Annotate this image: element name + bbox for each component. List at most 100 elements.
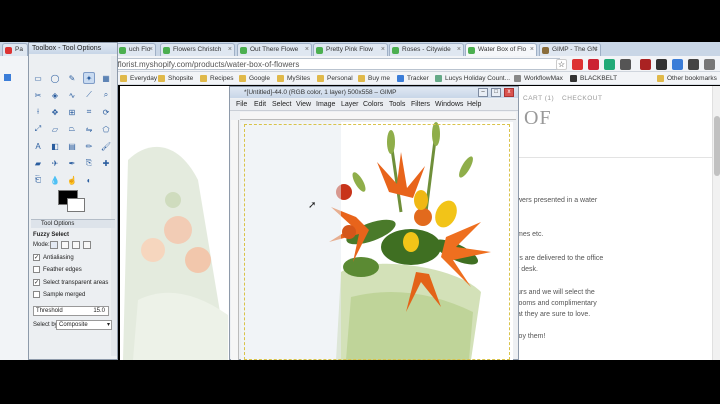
close-icon[interactable]: × [381,44,385,56]
close-icon[interactable]: × [149,44,153,56]
pinterest-icon[interactable] [588,59,599,70]
select-transparent-checkbox[interactable]: ✓ [33,279,40,286]
background-color-swatch[interactable] [67,198,85,212]
horizontal-ruler[interactable] [240,112,516,120]
antialiasing-checkbox[interactable]: ✓ [33,254,40,261]
measure-icon[interactable]: ⟊ [32,106,44,118]
crop-icon[interactable]: ⌗ [83,106,95,118]
vertical-ruler[interactable] [231,120,239,360]
close-icon[interactable]: × [305,44,309,56]
paths-icon[interactable]: ∿ [66,89,78,101]
maximize-button[interactable]: □ [491,88,501,97]
ink-icon[interactable]: ✒ [66,157,78,169]
extension-icon[interactable] [572,59,583,70]
blend-icon[interactable]: ▤ [66,140,78,152]
close-icon[interactable]: × [457,44,461,56]
cage-icon[interactable]: ⬠ [100,123,112,135]
scale-icon[interactable]: ⤢ [32,123,44,135]
foreground-select-icon[interactable]: ◈ [49,89,61,101]
menu-tools[interactable]: Tools [389,101,405,108]
move-icon[interactable]: ✥ [49,106,61,118]
menu-edit[interactable]: Edit [254,101,266,108]
bookmark-lucys-holiday[interactable]: Lucys Holiday Count... [435,73,510,84]
sample-merged-checkbox[interactable] [33,291,40,298]
perspective-clone-icon[interactable]: ⎗ [32,174,44,186]
pencil-icon[interactable]: ✏ [83,140,95,152]
bookmark-recipes[interactable]: Recipes [200,73,233,84]
dodge-burn-icon[interactable]: ◐ [83,174,95,186]
bookmark-google[interactable]: Google [239,73,270,84]
star-icon[interactable]: ☆ [556,59,567,70]
mode-subtract-button[interactable] [72,241,80,249]
color-picker-icon[interactable]: ⟋ [83,89,95,101]
menu-icon[interactable] [704,59,715,70]
text-icon[interactable]: A [32,140,44,152]
toolbox-scrollbar[interactable] [111,56,117,356]
bookmark-tracker[interactable]: Tracker [397,73,429,84]
menu-select[interactable]: Select [272,101,291,108]
bookmark-mysites[interactable]: MySites [277,73,310,84]
extension-icon[interactable] [672,59,683,70]
smudge-icon[interactable]: ☝ [66,174,78,186]
bookmark-everyday[interactable]: Everyday [120,73,157,84]
blur-icon[interactable]: 💧 [49,174,61,186]
align-icon[interactable]: ⊞ [66,106,78,118]
bookmark-blackbelt[interactable]: BLACKBELT [570,73,617,84]
bookmark-workflowmax[interactable]: WorkflowMax [514,73,563,84]
flip-icon[interactable]: ⇋ [83,123,95,135]
free-select-icon[interactable]: ✎ [66,72,78,84]
browser-tab-4[interactable]: Out There Flowe × [237,43,312,56]
airbrush-icon[interactable]: ✈ [49,157,61,169]
select-by-dropdown[interactable]: Composite ▾ [56,320,112,330]
rect-select-icon[interactable]: ▭ [32,72,44,84]
feather-edges-checkbox[interactable] [33,266,40,273]
browser-tab-6[interactable]: Roses - Citywide × [389,43,464,56]
page-scrollbar[interactable] [712,86,720,360]
close-icon[interactable]: × [530,44,534,56]
menu-file[interactable]: File [236,101,247,108]
menu-layer[interactable]: Layer [341,101,359,108]
url-input[interactable]: -florist.myshopify.com/products/water-bo… [110,58,560,70]
browser-tab-7[interactable]: Water Box of Flo × [465,43,537,56]
select-by-color-icon[interactable]: ▦ [100,72,112,84]
tool-options-tab[interactable]: Tool Options [31,219,115,228]
rotate-icon[interactable]: ⟳ [100,106,112,118]
browser-tab-3[interactable]: Flowers Christch × [160,43,235,56]
cart-link[interactable]: CART (1) [523,95,554,102]
menu-windows[interactable]: Windows [435,101,463,108]
menu-colors[interactable]: Colors [363,101,383,108]
zoom-icon[interactable]: ⌕ [100,89,112,101]
heal-icon[interactable]: ✚ [100,157,112,169]
bookmark-buy-me[interactable]: Buy me [358,73,390,84]
scissors-icon[interactable]: ✂ [32,89,44,101]
close-button[interactable]: x [504,88,514,97]
threshold-spinner[interactable]: Threshold 15.0 [33,306,109,316]
scrollbar-thumb[interactable] [714,116,720,176]
close-icon[interactable]: × [594,44,598,56]
perspective-icon[interactable]: ⏢ [66,123,78,135]
ellipse-select-icon[interactable]: ◯ [49,72,61,84]
browser-tab-0[interactable]: Pa [2,43,28,56]
minimize-button[interactable]: – [478,88,488,97]
extension-icon[interactable] [656,59,667,70]
bookmark-shopsite[interactable]: Shopsite [158,73,193,84]
shear-icon[interactable]: ▱ [49,123,61,135]
mode-add-button[interactable] [61,241,69,249]
eraser-icon[interactable]: ▰ [32,157,44,169]
gmail-icon[interactable] [640,59,651,70]
paintbrush-icon[interactable]: 🖌 [100,140,112,152]
menu-image[interactable]: Image [316,101,335,108]
browser-tab-5[interactable]: Pretty Pink Flow × [313,43,388,56]
mode-replace-button[interactable] [50,241,58,249]
fuzzy-select-icon[interactable]: ✦ [83,72,95,84]
checkout-link[interactable]: CHECKOUT [562,95,602,102]
bookmark-personal[interactable]: Personal [317,73,353,84]
browser-tab-8[interactable]: GIMP - The GN × [539,43,601,56]
bucket-fill-icon[interactable]: ◧ [49,140,61,152]
apps-icon[interactable] [4,74,11,81]
browser-tab-2[interactable]: uch Flo × [116,43,156,56]
extension-icon[interactable] [620,59,631,70]
bookmark-other[interactable]: Other bookmarks [657,73,717,84]
mode-intersect-button[interactable] [83,241,91,249]
close-icon[interactable]: × [228,44,232,56]
